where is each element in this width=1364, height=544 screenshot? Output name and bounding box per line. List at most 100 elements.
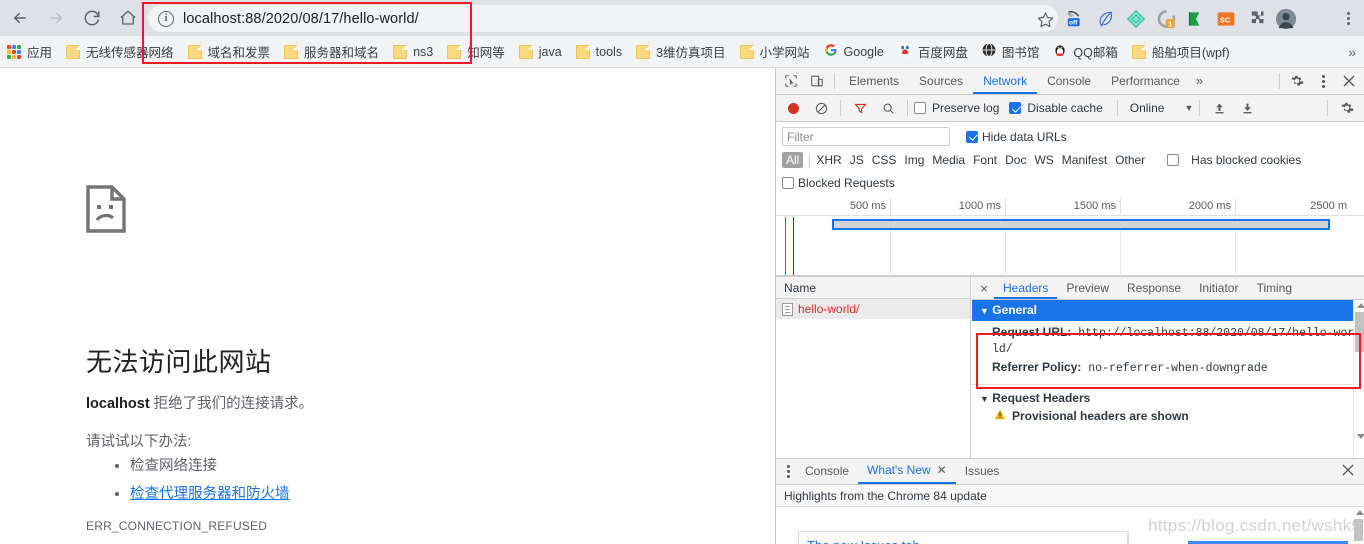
funnel-icon[interactable] — [847, 96, 873, 120]
drawer-tab-issues[interactable]: Issues — [956, 459, 1009, 484]
tab-response[interactable]: Response — [1118, 277, 1190, 299]
bookmark-item[interactable]: Google — [817, 39, 891, 65]
type-filter-xhr[interactable]: XHR — [816, 153, 841, 167]
bookmark-label: 小学网站 — [759, 46, 810, 60]
sc-extension-icon[interactable]: SC — [1213, 6, 1239, 32]
bookmark-item[interactable]: 船舶项目(wpf) — [1125, 39, 1237, 65]
list-item[interactable]: 检查代理服务器和防火墙 — [130, 482, 290, 503]
scroll-down-arrow-icon[interactable] — [1357, 434, 1364, 439]
tab-headers[interactable]: Headers — [994, 277, 1058, 299]
download-icon[interactable] — [1234, 96, 1260, 120]
home-icon[interactable] — [112, 2, 144, 34]
bookmark-item[interactable]: 域名和发票 — [181, 39, 278, 65]
network-overview[interactable]: 500 ms 1000 ms 1500 ms 2000 ms 2500 m — [776, 198, 1364, 276]
tab-initiator[interactable]: Initiator — [1190, 277, 1247, 299]
devtools-more-icon[interactable] — [1310, 69, 1336, 93]
profile-avatar-icon[interactable] — [1273, 6, 1299, 32]
tab-overflow-icon[interactable]: » — [1190, 68, 1209, 94]
type-filter-js[interactable]: JS — [850, 153, 864, 167]
tab-preview[interactable]: Preview — [1057, 277, 1118, 299]
whats-new-card[interactable]: The new Issues tab — [798, 531, 1128, 544]
request-headers-section-header[interactable]: ▼ Request Headers — [972, 387, 1364, 407]
extensions-tray: % off 1 SC — [1063, 4, 1299, 34]
error-subtitle-rest: 拒绝了我们的连接请求。 — [149, 396, 314, 412]
general-section-header[interactable]: ▼ General — [972, 300, 1364, 321]
has-blocked-cookies-checkbox[interactable] — [1167, 154, 1180, 166]
type-filter-other[interactable]: Other — [1115, 153, 1145, 167]
tab-console[interactable]: Console — [1037, 68, 1101, 94]
reload-icon[interactable] — [76, 2, 108, 34]
leaf-icon[interactable] — [1093, 6, 1119, 32]
scroll-up-arrow-icon[interactable] — [1357, 303, 1364, 308]
scroll-up-arrow-icon[interactable] — [1356, 510, 1364, 515]
drawer-menu-icon[interactable] — [780, 465, 796, 478]
referrer-policy-key: Referrer Policy: — [992, 360, 1082, 374]
bookmarks-overflow-icon[interactable]: » — [1340, 44, 1364, 60]
type-filter-media[interactable]: Media — [932, 153, 965, 167]
bookmark-item[interactable]: tools — [569, 39, 629, 65]
bookmark-item[interactable]: 百度网盘 — [891, 39, 975, 65]
drawer-tab-close-icon[interactable]: ✕ — [937, 458, 947, 483]
throttling-select[interactable]: Online — [1124, 101, 1165, 115]
bookmark-item[interactable]: 小学网站 — [733, 39, 817, 65]
bookmark-item[interactable]: ns3 — [386, 39, 440, 65]
green-flag-icon[interactable] — [1183, 6, 1209, 32]
disable-cache-checkbox[interactable] — [1009, 102, 1022, 114]
capture-settings-gear-icon[interactable] — [1334, 96, 1360, 120]
bookmark-item[interactable]: 服务器和域名 — [277, 39, 386, 65]
blocked-requests-checkbox[interactable] — [782, 177, 794, 189]
search-icon[interactable] — [875, 96, 901, 120]
hide-data-urls-checkbox[interactable] — [966, 130, 978, 143]
drawer-tab-console[interactable]: Console — [796, 459, 858, 484]
bookmark-item[interactable]: 知网等 — [440, 39, 512, 65]
tab-sources[interactable]: Sources — [909, 68, 973, 94]
info-circle-icon[interactable]: i — [158, 10, 174, 27]
type-filter-all[interactable]: All — [782, 152, 804, 168]
tab-elements[interactable]: Elements — [839, 68, 909, 94]
inspect-element-icon[interactable] — [778, 69, 804, 93]
detail-close-icon[interactable]: × — [974, 281, 994, 296]
address-bar[interactable]: i localhost:88/2020/08/17/hello-world/ — [148, 5, 1058, 32]
type-filter-manifest[interactable]: Manifest — [1062, 153, 1107, 167]
preserve-log-checkbox[interactable] — [914, 102, 926, 114]
bookmark-item[interactable]: 3维仿真项目 — [629, 39, 732, 65]
diamond-icon[interactable] — [1123, 6, 1149, 32]
folder-icon — [187, 44, 202, 59]
column-header-name[interactable]: Name — [776, 277, 970, 299]
type-filter-font[interactable]: Font — [973, 153, 997, 167]
overview-selection-band[interactable] — [832, 219, 1330, 230]
counter-badge-1-icon[interactable]: 1 — [1153, 6, 1179, 32]
puzzle-icon[interactable] — [1243, 6, 1269, 32]
drawer-scrollbar[interactable] — [1353, 507, 1364, 544]
bookmark-star-icon[interactable] — [1032, 6, 1058, 32]
chrome-menu-icon[interactable] — [1336, 6, 1360, 30]
drawer-close-icon[interactable] — [1332, 464, 1364, 479]
chevron-down-icon[interactable]: ▼ — [1184, 103, 1193, 113]
bookmark-item[interactable]: QQ邮箱 — [1046, 39, 1124, 65]
tab-timing[interactable]: Timing — [1247, 277, 1301, 299]
forward-arrow-icon[interactable] — [40, 2, 72, 34]
tab-network[interactable]: Network — [973, 68, 1038, 94]
type-filter-img[interactable]: Img — [904, 153, 924, 167]
drawer-tab-whats-new[interactable]: What's New ✕ — [858, 459, 956, 484]
record-dot-icon[interactable] — [780, 96, 806, 120]
flash-off-icon[interactable]: % off — [1063, 6, 1089, 32]
bookmark-item[interactable]: java — [512, 39, 569, 65]
gear-icon[interactable] — [1284, 69, 1310, 93]
bookmark-apps[interactable]: 应用 — [0, 39, 59, 65]
back-arrow-icon[interactable] — [4, 2, 36, 34]
upload-icon[interactable] — [1206, 96, 1232, 120]
type-filter-doc[interactable]: Doc — [1005, 153, 1026, 167]
tab-performance[interactable]: Performance — [1101, 68, 1190, 94]
type-filter-css[interactable]: CSS — [872, 153, 897, 167]
type-filter-ws[interactable]: WS — [1034, 153, 1053, 167]
bookmark-item[interactable]: 无线传感器网络 — [59, 39, 181, 65]
suggestion-link[interactable]: 检查代理服务器和防火墙 — [130, 486, 290, 502]
filter-input[interactable] — [782, 127, 950, 146]
bookmark-item[interactable]: 图书馆 — [975, 39, 1047, 65]
device-toolbar-icon[interactable] — [804, 69, 830, 93]
devtools-close-icon[interactable] — [1336, 69, 1362, 93]
folder-icon — [284, 44, 299, 59]
table-row[interactable]: hello-world/ — [776, 299, 970, 319]
clear-icon[interactable] — [808, 96, 834, 120]
